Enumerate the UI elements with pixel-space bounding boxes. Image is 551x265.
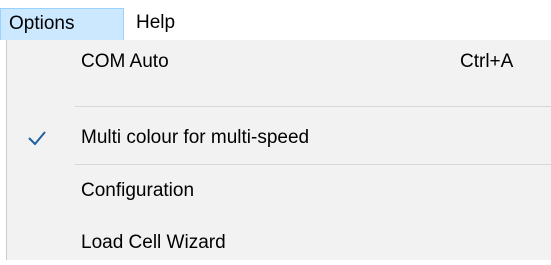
checkmark-icon <box>27 116 47 160</box>
menu-separator <box>75 164 551 165</box>
menu-bar: Options Help <box>0 0 551 40</box>
menu-item-multi-colour[interactable]: Multi colour for multi-speed <box>7 116 551 160</box>
menu-item-label: COM Auto <box>81 51 169 72</box>
menu-help[interactable]: Help <box>128 8 200 40</box>
menu-item-com-auto[interactable]: COM Auto Ctrl+A <box>7 40 551 84</box>
menu-item-label: Configuration <box>81 180 195 201</box>
menu-item-configuration[interactable]: Configuration <box>7 169 551 213</box>
menu-item-shortcut: Ctrl+A <box>460 51 514 72</box>
menu-item-load-cell-wizard[interactable]: Load Cell Wizard <box>7 221 551 265</box>
menu-item-label: Load Cell Wizard <box>81 232 226 253</box>
options-dropdown: COM Auto Ctrl+A Multi colour for multi-s… <box>6 40 551 260</box>
menu-separator <box>75 106 551 107</box>
menu-item-label: Multi colour for multi-speed <box>81 127 310 148</box>
menu-options[interactable]: Options <box>0 8 124 40</box>
